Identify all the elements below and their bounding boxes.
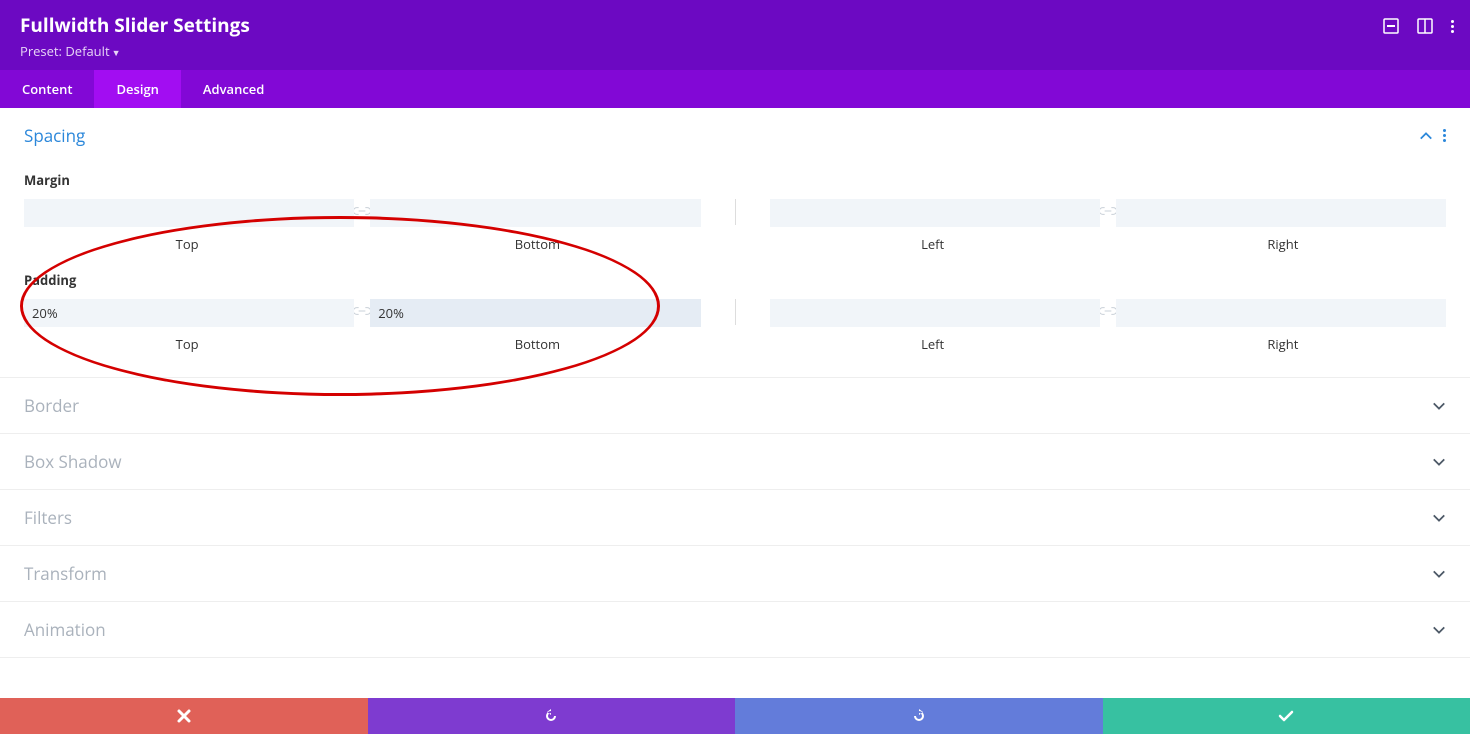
margin-top-input[interactable]: [24, 199, 354, 227]
check-icon: [1278, 708, 1294, 724]
section-options-icon[interactable]: [1443, 129, 1446, 142]
section-border-toggle[interactable]: Border: [0, 378, 1470, 433]
section-spacing-toggle[interactable]: Spacing: [0, 108, 1470, 163]
chevron-down-icon: [1432, 455, 1446, 469]
section-filters: Filters: [0, 490, 1470, 546]
margin-top-label: Top: [24, 235, 350, 253]
margin-left-label: Left: [770, 235, 1096, 253]
header-actions: [1383, 18, 1454, 34]
padding-top-input[interactable]: [24, 299, 354, 327]
link-icon[interactable]: [354, 299, 370, 317]
preset-label: Preset: Default: [20, 42, 110, 60]
margin-right-label: Right: [1120, 235, 1446, 253]
margin-row: Top Bottom: [24, 199, 1446, 253]
save-button[interactable]: [1103, 698, 1470, 734]
modal-title: Fullwidth Slider Settings: [20, 12, 1450, 38]
padding-right-input[interactable]: [1116, 299, 1446, 327]
divider: [735, 299, 736, 325]
margin-label: Margin: [24, 171, 1446, 189]
section-box-shadow-toggle[interactable]: Box Shadow: [0, 434, 1470, 489]
margin-left-input[interactable]: [770, 199, 1100, 227]
divider: [735, 199, 736, 225]
columns-icon[interactable]: [1417, 18, 1433, 34]
chevron-down-icon: [1432, 567, 1446, 581]
kebab-menu-icon[interactable]: [1451, 20, 1454, 33]
chevron-down-icon: [1432, 399, 1446, 413]
padding-label: Padding: [24, 271, 1446, 289]
preset-dropdown[interactable]: Preset: Default▼: [20, 42, 1450, 60]
section-animation-toggle[interactable]: Animation: [0, 602, 1470, 657]
section-transform: Transform: [0, 546, 1470, 602]
undo-icon: [543, 708, 559, 724]
chevron-down-icon: [1432, 511, 1446, 525]
tab-design[interactable]: Design: [94, 70, 180, 108]
undo-button[interactable]: [368, 698, 736, 734]
padding-left-input[interactable]: [770, 299, 1100, 327]
caret-down-icon: ▼: [112, 46, 121, 59]
padding-right-label: Right: [1120, 335, 1446, 353]
section-spacing-body: Margin Top Bottom: [0, 171, 1470, 377]
section-transform-title: Transform: [24, 562, 107, 585]
redo-icon: [911, 708, 927, 724]
section-transform-toggle[interactable]: Transform: [0, 546, 1470, 601]
section-border-title: Border: [24, 394, 79, 417]
tab-advanced[interactable]: Advanced: [181, 70, 286, 108]
link-icon[interactable]: [354, 199, 370, 217]
section-box-shadow: Box Shadow: [0, 434, 1470, 490]
link-icon[interactable]: [1100, 199, 1116, 217]
section-filters-title: Filters: [24, 506, 72, 529]
section-spacing: Spacing Margin Top: [0, 108, 1470, 378]
margin-right-input[interactable]: [1116, 199, 1446, 227]
section-filters-toggle[interactable]: Filters: [0, 490, 1470, 545]
section-animation: Animation: [0, 602, 1470, 658]
section-spacing-title: Spacing: [24, 124, 85, 147]
section-border: Border: [0, 378, 1470, 434]
chevron-down-icon: [1432, 623, 1446, 637]
close-icon: [176, 708, 192, 724]
padding-top-label: Top: [24, 335, 350, 353]
snap-icon[interactable]: [1383, 18, 1399, 34]
padding-left-label: Left: [770, 335, 1096, 353]
section-box-shadow-title: Box Shadow: [24, 450, 122, 473]
chevron-up-icon: [1419, 129, 1433, 143]
link-icon[interactable]: [1100, 299, 1116, 317]
tab-bar: Content Design Advanced: [0, 70, 1470, 108]
margin-bottom-input[interactable]: [370, 199, 700, 227]
padding-bottom-input[interactable]: [370, 299, 700, 327]
modal-header: Fullwidth Slider Settings Preset: Defaul…: [0, 0, 1470, 70]
padding-bottom-label: Bottom: [374, 335, 700, 353]
tab-content[interactable]: Content: [0, 70, 94, 108]
margin-bottom-label: Bottom: [374, 235, 700, 253]
content-scroll: Spacing Margin Top: [0, 108, 1470, 696]
cancel-button[interactable]: [0, 698, 368, 734]
section-animation-title: Animation: [24, 618, 106, 641]
redo-button[interactable]: [735, 698, 1103, 734]
footer-bar: [0, 698, 1470, 734]
padding-row: Top Bottom: [24, 299, 1446, 353]
